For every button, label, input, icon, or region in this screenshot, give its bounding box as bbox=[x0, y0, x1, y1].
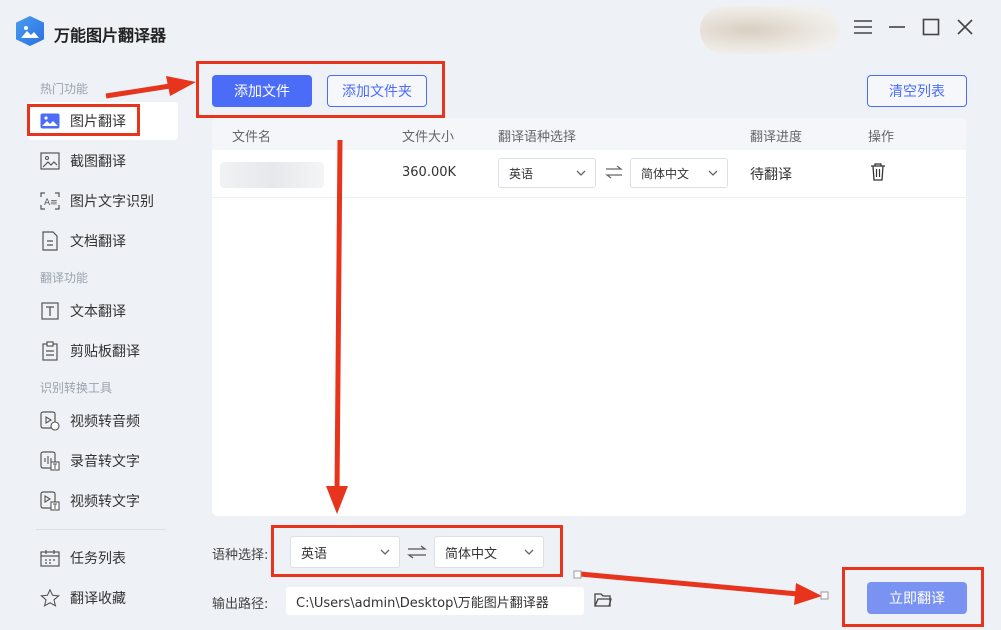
text-icon bbox=[40, 301, 60, 321]
section-label-hot: 热门功能 bbox=[40, 82, 89, 96]
title-bar: 万能图片翻译器 bbox=[0, 0, 1001, 62]
sidebar-item-label: 图片翻译 bbox=[70, 114, 126, 130]
chevron-down-icon bbox=[380, 549, 390, 555]
col-file-size: 文件大小 bbox=[402, 130, 455, 145]
swap-icon[interactable] bbox=[602, 162, 626, 182]
video-audio-icon bbox=[40, 411, 60, 431]
row-source-language-select[interactable]: 英语 bbox=[498, 158, 596, 188]
translate-now-button[interactable]: 立即翻译 bbox=[867, 582, 967, 614]
sidebar-item-document-translate[interactable]: 文档翻译 bbox=[28, 222, 178, 260]
delete-icon[interactable] bbox=[870, 163, 886, 185]
sidebar-item-screenshot-translate[interactable]: 截图翻译 bbox=[28, 142, 178, 180]
source-language-select[interactable]: 英语 bbox=[290, 536, 400, 568]
file-size-cell: 360.00K bbox=[402, 165, 457, 180]
add-folder-button[interactable]: 添加文件夹 bbox=[327, 75, 427, 107]
section-label-tools: 识别转换工具 bbox=[40, 381, 113, 395]
svg-text:A≡: A≡ bbox=[44, 198, 58, 208]
folder-icon[interactable] bbox=[594, 592, 614, 610]
chevron-down-icon bbox=[524, 549, 534, 555]
calendar-icon bbox=[40, 548, 60, 568]
clipboard-icon bbox=[40, 341, 60, 361]
sidebar-item-audio-to-text[interactable]: 录音转文字 bbox=[28, 442, 178, 480]
sidebar-item-label: 翻译收藏 bbox=[70, 591, 126, 607]
sidebar-item-image-translate[interactable]: 图片翻译 bbox=[28, 102, 178, 140]
sidebar-item-video-to-audio[interactable]: 视频转音频 bbox=[28, 402, 178, 440]
status-cell: 待翻译 bbox=[750, 167, 792, 183]
select-value: 简体中文 bbox=[445, 546, 498, 562]
arrow-handle bbox=[820, 591, 829, 600]
sidebar-item-label: 任务列表 bbox=[70, 551, 126, 567]
add-file-button[interactable]: 添加文件 bbox=[212, 75, 312, 107]
col-progress: 翻译进度 bbox=[750, 130, 803, 145]
sidebar-divider bbox=[36, 529, 166, 530]
sidebar-item-label: 图片文字识别 bbox=[70, 194, 154, 210]
row-target-language-select[interactable]: 简体中文 bbox=[630, 158, 728, 188]
document-icon bbox=[40, 231, 60, 251]
sidebar: 热门功能 图片翻译 截图翻译 A≡ 图片文字识别 文档翻译 翻译功能 文本翻译 bbox=[0, 62, 200, 630]
arrow-handle bbox=[573, 570, 582, 579]
sidebar-item-label: 视频转音频 bbox=[70, 414, 140, 430]
sidebar-item-ocr[interactable]: A≡ 图片文字识别 bbox=[28, 182, 178, 220]
select-value: 简体中文 bbox=[641, 166, 690, 181]
close-icon[interactable] bbox=[952, 14, 978, 40]
sidebar-item-label: 文本翻译 bbox=[70, 304, 126, 320]
table-row[interactable]: 360.00K 英语 简体中文 待翻译 bbox=[212, 150, 966, 198]
select-value: 英语 bbox=[301, 546, 328, 562]
screenshot-icon bbox=[40, 151, 60, 171]
sidebar-item-text-translate[interactable]: 文本翻译 bbox=[28, 292, 178, 330]
select-value: 英语 bbox=[509, 166, 534, 181]
col-file-name: 文件名 bbox=[232, 130, 272, 145]
chevron-down-icon bbox=[708, 170, 718, 176]
star-icon bbox=[40, 588, 60, 608]
file-table: 文件名 文件大小 翻译语种选择 翻译进度 操作 360.00K 英语 简体中文 … bbox=[212, 118, 966, 516]
language-label: 语种选择: bbox=[212, 548, 269, 563]
col-language: 翻译语种选择 bbox=[498, 130, 577, 145]
sidebar-item-favorites[interactable]: 翻译收藏 bbox=[28, 579, 178, 617]
sidebar-item-label: 文档翻译 bbox=[70, 234, 126, 250]
target-language-select[interactable]: 简体中文 bbox=[434, 536, 544, 568]
sidebar-item-video-to-text[interactable]: 视频转文字 bbox=[28, 482, 178, 520]
sidebar-item-label: 录音转文字 bbox=[70, 454, 140, 470]
sidebar-item-clipboard-translate[interactable]: 剪贴板翻译 bbox=[28, 332, 178, 370]
file-name-cell bbox=[220, 162, 324, 188]
image-icon bbox=[40, 111, 60, 131]
output-path-label: 输出路径: bbox=[212, 597, 269, 612]
menu-icon[interactable] bbox=[850, 14, 876, 40]
app-logo-icon bbox=[16, 16, 44, 46]
chevron-down-icon bbox=[576, 170, 586, 176]
minimize-icon[interactable] bbox=[884, 14, 910, 40]
arrow-to-translate bbox=[579, 571, 822, 605]
sidebar-item-label: 视频转文字 bbox=[70, 494, 140, 510]
output-path-field[interactable]: C:\Users\admin\Desktop\万能图片翻译器 bbox=[286, 587, 584, 615]
sidebar-item-label: 截图翻译 bbox=[70, 154, 126, 170]
maximize-icon[interactable] bbox=[918, 14, 944, 40]
avatar[interactable] bbox=[700, 6, 840, 54]
table-header: 文件名 文件大小 翻译语种选择 翻译进度 操作 bbox=[212, 118, 966, 150]
ocr-icon: A≡ bbox=[40, 191, 60, 211]
sidebar-item-task-list[interactable]: 任务列表 bbox=[28, 539, 178, 577]
audio-text-icon bbox=[40, 451, 60, 471]
app-title: 万能图片翻译器 bbox=[54, 26, 167, 45]
video-text-icon bbox=[40, 491, 60, 511]
swap-icon[interactable] bbox=[404, 542, 430, 562]
clear-list-button[interactable]: 清空列表 bbox=[867, 75, 967, 107]
section-label-translate: 翻译功能 bbox=[40, 271, 89, 285]
sidebar-item-label: 剪贴板翻译 bbox=[70, 344, 140, 360]
col-actions: 操作 bbox=[868, 130, 895, 145]
